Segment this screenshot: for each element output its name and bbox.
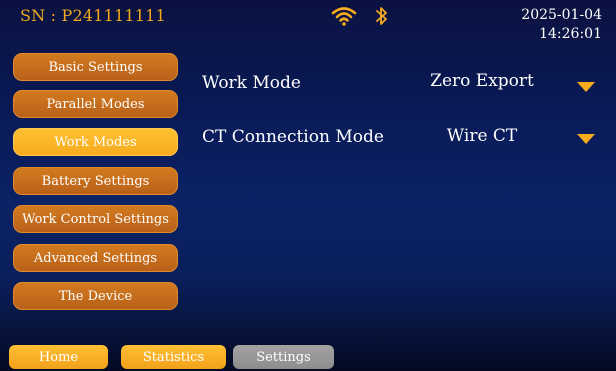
bluetooth-icon: [376, 7, 387, 25]
sidebar-item-battery-settings[interactable]: Battery Settings: [13, 167, 178, 195]
wifi-icon: [331, 7, 357, 26]
work-mode-value[interactable]: Zero Export: [412, 71, 552, 91]
date-text: 2025-01-04: [521, 7, 602, 23]
sidebar-item-the-device[interactable]: The Device: [13, 282, 178, 310]
sidebar-item-work-control-settings[interactable]: Work Control Settings: [13, 205, 178, 233]
serial-number: SN : P241111111: [20, 6, 166, 25]
tab-home[interactable]: Home: [9, 345, 108, 369]
ct-connection-mode-label: CT Connection Mode: [202, 127, 384, 147]
sidebar-item-work-modes[interactable]: Work Modes: [13, 128, 178, 156]
ct-connection-mode-value[interactable]: Wire CT: [412, 126, 552, 146]
chevron-down-icon[interactable]: [577, 82, 595, 92]
time-text: 14:26:01: [539, 26, 602, 42]
sidebar-item-basic-settings[interactable]: Basic Settings: [13, 53, 178, 81]
sidebar-item-advanced-settings[interactable]: Advanced Settings: [13, 244, 178, 272]
settings-screen: SN : P241111111 2025-01-04 14:26:01 Basi…: [0, 0, 616, 371]
tab-statistics[interactable]: Statistics: [121, 345, 226, 369]
date-time: 2025-01-04 14:26:01: [521, 6, 602, 44]
tab-settings[interactable]: Settings: [233, 345, 334, 369]
chevron-down-icon[interactable]: [577, 134, 595, 144]
sidebar-item-parallel-modes[interactable]: Parallel Modes: [13, 90, 178, 118]
work-mode-label: Work Mode: [202, 73, 301, 93]
